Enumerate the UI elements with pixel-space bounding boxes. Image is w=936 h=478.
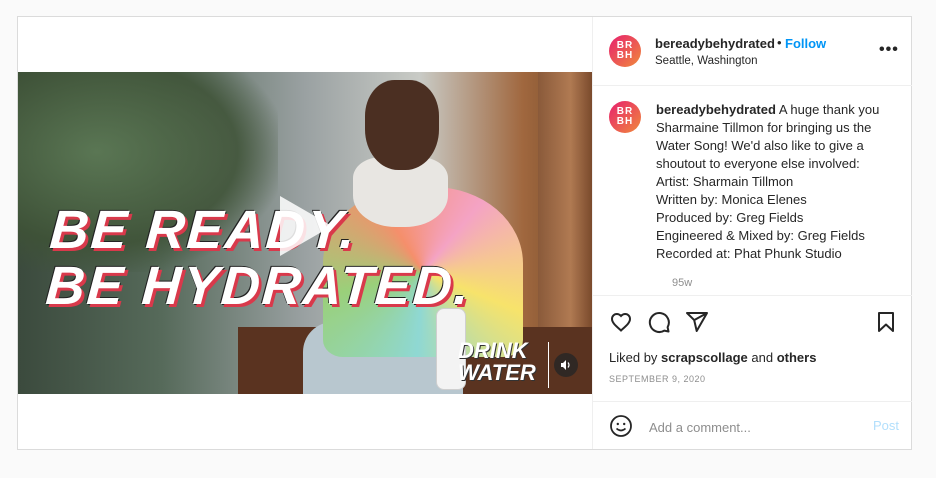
headline-line-1: BE READY. <box>47 200 360 260</box>
bookmark-icon[interactable] <box>874 310 898 334</box>
post-sidebar: BR BH bereadybehydrated • Follow Seattle… <box>592 17 912 449</box>
headline-line-2: BE HYDRATED. <box>43 256 474 316</box>
caption-line: Written by: Monica Elenes <box>656 192 807 207</box>
caption-line: Sharmaine Tillmon for bringing us the <box>656 120 872 135</box>
caption-line: Recorded at: Phat Phunk Studio <box>656 246 842 261</box>
location-link[interactable]: Seattle, Washington <box>655 55 758 67</box>
post-header: BR BH bereadybehydrated • Follow Seattle… <box>593 17 912 86</box>
speaker-icon[interactable] <box>554 353 578 377</box>
follow-button[interactable]: Follow <box>785 36 826 51</box>
heart-icon[interactable] <box>609 310 633 334</box>
caption-line: Water Song! We'd also like to give a <box>656 138 864 153</box>
logo-line-2: WATER <box>458 360 536 385</box>
post-date[interactable]: SEPTEMBER 9, 2020 <box>609 374 706 384</box>
person-head <box>365 80 439 170</box>
liked-others-link[interactable]: others <box>777 350 817 365</box>
avatar[interactable]: BR BH <box>609 35 641 67</box>
caption-time[interactable]: 95w <box>672 277 692 289</box>
video-player[interactable]: BE READY. BE HYDRATED. DRINK WATER <box>18 72 592 394</box>
header-username[interactable]: bereadybehydrated <box>655 36 775 51</box>
avatar-text-bottom: BH <box>616 50 634 61</box>
caption-text: bereadybehydrated A huge thank you Sharm… <box>656 101 906 263</box>
caption-avatar[interactable]: BR BH <box>609 101 641 133</box>
media-area: BE READY. BE HYDRATED. DRINK WATER <box>18 17 592 449</box>
liked-by: Liked by scrapscollage and others <box>609 350 816 365</box>
caption-line: A huge thank you <box>775 102 880 117</box>
liked-prefix: Liked by <box>609 350 662 365</box>
caption-avatar-bottom: BH <box>616 116 634 127</box>
smile-icon[interactable] <box>609 414 633 438</box>
caption-username[interactable]: bereadybehydrated <box>656 102 776 117</box>
caption-line: Artist: Sharmain Tillmon <box>656 174 794 189</box>
action-bar: Liked by scrapscollage and others SEPTEM… <box>593 295 912 406</box>
comment-input[interactable] <box>647 416 861 438</box>
more-options-icon[interactable]: ••• <box>879 41 899 59</box>
logo-divider <box>548 342 549 388</box>
drink-water-logo: DRINK WATER <box>458 340 536 384</box>
logo-line-1: DRINK <box>458 338 528 363</box>
post-button[interactable]: Post <box>873 418 899 433</box>
caption-line: Engineered & Mixed by: Greg Fields <box>656 228 865 243</box>
separator-dot: • <box>777 35 782 50</box>
comment-icon[interactable] <box>647 310 671 334</box>
comment-bar: Post <box>593 401 912 450</box>
caption-line: Produced by: Greg Fields <box>656 210 804 225</box>
liked-middle: and <box>747 350 777 365</box>
caption-line: shoutout to everyone else involved: <box>656 156 860 171</box>
play-icon[interactable] <box>280 196 332 256</box>
video-headline: BE READY. BE HYDRATED. <box>43 200 477 316</box>
share-icon[interactable] <box>685 310 709 334</box>
post-card: BE READY. BE HYDRATED. DRINK WATER BR BH… <box>17 16 912 450</box>
liked-user-link[interactable]: scrapscollage <box>661 350 748 365</box>
